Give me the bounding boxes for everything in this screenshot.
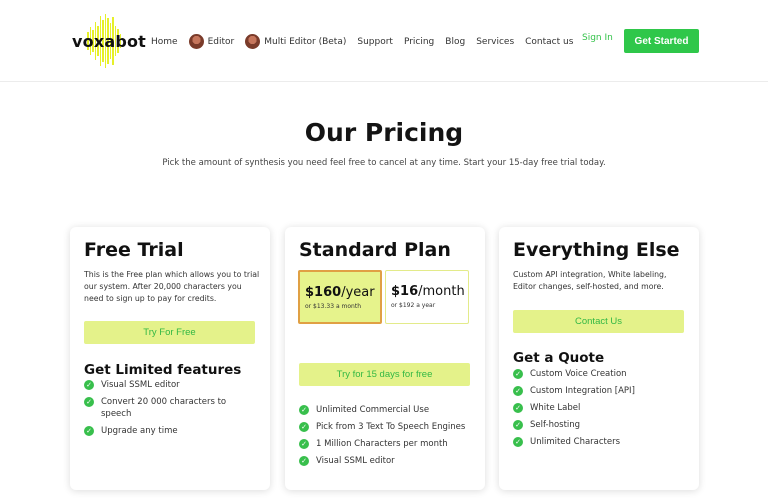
logo[interactable]: voxabot [72, 14, 147, 68]
nav-label: Home [151, 36, 178, 47]
price-amount: $160/year [305, 285, 375, 300]
get-started-button[interactable]: Get Started [624, 29, 699, 53]
nav-editor[interactable]: Editor [188, 34, 235, 49]
nav-multi-editor[interactable]: Multi Editor (Beta) [245, 34, 346, 49]
yearly-price-option[interactable]: $160/year or $13.33 a month [298, 270, 382, 324]
page-title: Our Pricing [304, 118, 464, 147]
check-icon: ✓ [84, 426, 94, 436]
check-icon: ✓ [84, 380, 94, 390]
feature-item: ✓ White Label [513, 402, 580, 414]
features-heading: Get Limited features [84, 362, 242, 378]
feature-item: ✓ Unlimited Commercial Use [299, 404, 429, 416]
nav-contact[interactable]: Contact us [525, 37, 573, 47]
nav-services[interactable]: Services [476, 37, 514, 47]
check-icon: ✓ [513, 386, 523, 396]
nav-label: Support [357, 36, 393, 47]
feature-item: ✓ 1 Million Characters per month [299, 438, 448, 450]
price-amount: $16/month [391, 284, 465, 299]
card-title: Everything Else [513, 239, 680, 261]
nav-support[interactable]: Support [357, 37, 393, 47]
page-subtitle: Pick the amount of synthesis you need fe… [162, 158, 606, 168]
try-for-free-button[interactable]: Try For Free [84, 321, 255, 344]
nav-label: Multi Editor (Beta) [264, 36, 347, 47]
feature-item: ✓ Unlimited Characters [513, 436, 620, 448]
nav-pricing[interactable]: Pricing [404, 37, 434, 47]
check-icon: ✓ [513, 369, 523, 379]
check-icon: ✓ [299, 439, 309, 449]
card-title: Free Trial [84, 239, 184, 261]
everything-else-card: Everything Else Custom API integration, … [499, 227, 699, 490]
price-note: or $13.33 a month [305, 303, 362, 310]
feature-item: ✓ Self-hosting [513, 419, 580, 431]
contact-us-button[interactable]: Contact Us [513, 310, 684, 333]
main-nav: Home Editor Multi Editor (Beta) Support … [151, 34, 584, 49]
card-title: Standard Plan [299, 239, 451, 261]
feature-item: ✓ Upgrade any time [84, 425, 178, 437]
sign-in-link[interactable]: Sign In [582, 33, 613, 43]
feature-item: ✓ Custom Integration [API] [513, 385, 635, 397]
check-icon: ✓ [513, 437, 523, 447]
feature-item: ✓ Custom Voice Creation [513, 368, 627, 380]
nav-label: Editor [207, 36, 235, 47]
nav-blog[interactable]: Blog [445, 37, 465, 47]
free-trial-card: Free Trial This is the Free plan which a… [70, 227, 270, 490]
monthly-price-option[interactable]: $16/month or $192 a year [385, 270, 469, 324]
feature-item: ✓ Pick from 3 Text To Speech Engines [299, 421, 465, 433]
site-header: voxabot Home Editor Multi Editor (Beta) … [0, 0, 768, 82]
price-note: or $192 a year [391, 302, 436, 309]
brand-name: voxabot [72, 32, 147, 51]
check-icon: ✓ [299, 456, 309, 466]
nav-label: Services [476, 36, 515, 47]
try-15-days-button[interactable]: Try for 15 days for free [299, 363, 470, 386]
standard-plan-card: Standard Plan $160/year or $13.33 a mont… [285, 227, 485, 490]
check-icon: ✓ [513, 420, 523, 430]
card-description: Custom API integration, White labeling, … [513, 270, 667, 291]
nav-label: Contact us [525, 36, 574, 47]
check-icon: ✓ [299, 422, 309, 432]
nav-label: Blog [445, 36, 466, 47]
avatar-icon [188, 34, 204, 49]
feature-item: ✓ Visual SSML editor [84, 379, 180, 391]
nav-home[interactable]: Home [151, 37, 178, 47]
check-icon: ✓ [84, 397, 94, 407]
feature-item: ✓ Convert 20 000 characters to speech [84, 396, 244, 420]
check-icon: ✓ [513, 403, 523, 413]
feature-item: ✓ Visual SSML editor [299, 455, 395, 467]
features-heading: Get a Quote [513, 350, 605, 366]
nav-label: Pricing [403, 36, 435, 47]
check-icon: ✓ [299, 405, 309, 415]
avatar-icon [245, 34, 261, 49]
card-description: This is the Free plan which allows you t… [84, 270, 260, 303]
